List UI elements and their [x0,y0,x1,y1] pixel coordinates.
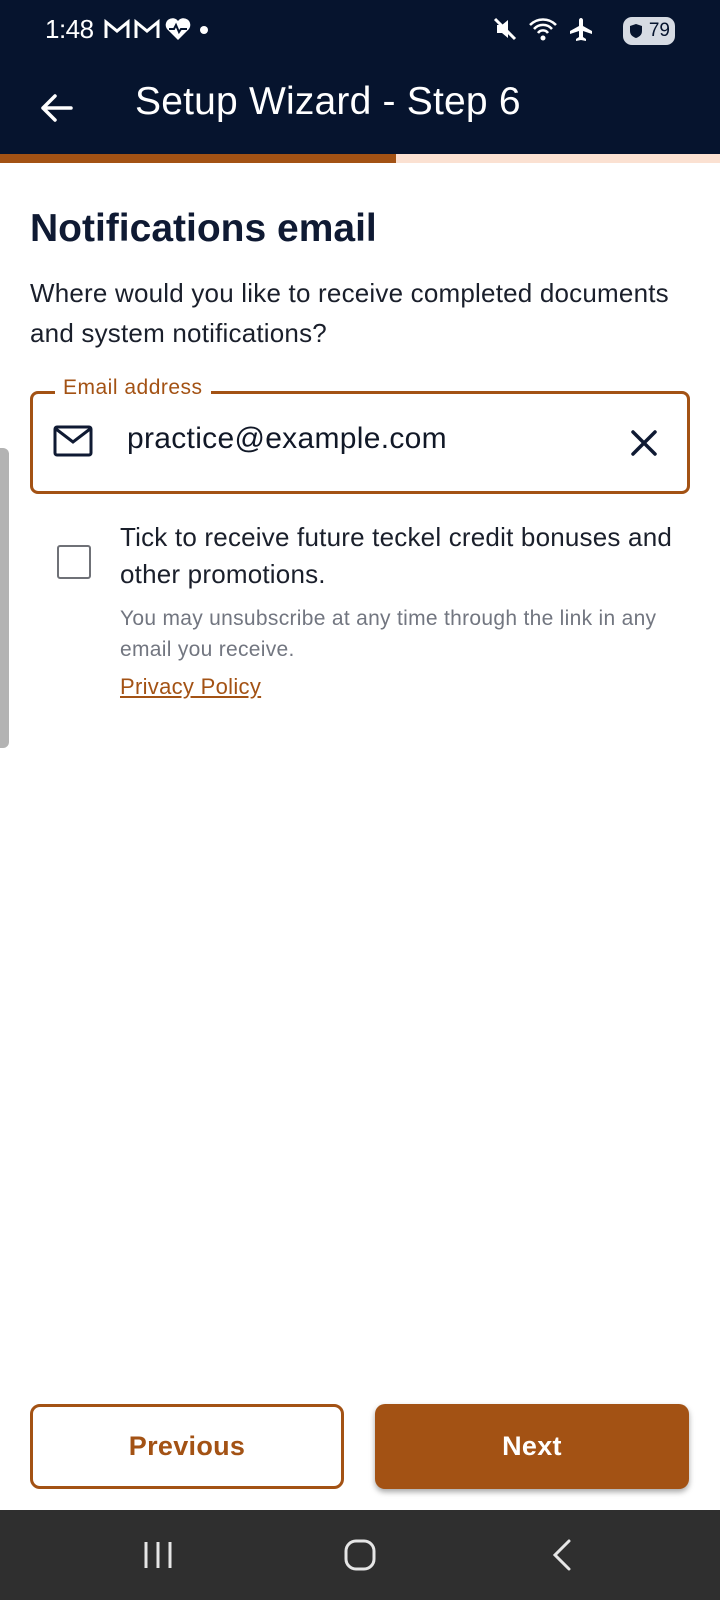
battery-indicator: 79 [623,17,675,45]
recent-apps-icon [144,1542,172,1568]
status-time: 1:48 [45,14,94,44]
recent-apps-button[interactable] [128,1535,188,1575]
close-icon [631,430,657,456]
system-back-button[interactable] [532,1535,592,1575]
back-button[interactable] [30,82,82,134]
arrow-left-icon [41,94,73,122]
mail-icon [53,425,93,457]
page-description: Where would you like to receive complete… [30,278,669,348]
health-icon [165,18,191,40]
home-button[interactable] [330,1535,390,1575]
previous-button[interactable]: Previous [30,1404,344,1489]
dot-icon [200,26,208,34]
home-icon [344,1539,376,1571]
promotions-checkbox[interactable] [57,545,91,579]
unsubscribe-note: You may unsubscribe at any time through … [120,607,657,661]
promotions-label[interactable]: Tick to receive future teckel credit bon… [120,519,680,593]
page-header-title: Setup Wizard - Step 6 [135,80,521,123]
shield-icon [630,24,642,38]
system-nav-bar [0,1510,720,1600]
clear-email-button[interactable] [623,422,665,464]
back-icon [552,1539,571,1571]
gmail-icon [104,18,130,38]
page-title: Notifications email [30,207,377,250]
status-bar: 1:48 79 [0,0,720,62]
email-input[interactable]: practice@example.com [127,422,447,456]
next-button[interactable]: Next [375,1404,689,1489]
battery-level: 79 [648,20,670,41]
wifi-icon [529,18,557,41]
wizard-progress-fill [0,154,396,163]
privacy-policy-link[interactable]: Privacy Policy [120,674,261,700]
email-field[interactable]: Email address practice@example.com [30,376,690,494]
edge-panel-handle[interactable] [0,448,9,748]
airplane-icon [570,18,592,41]
gmail-icon [134,18,160,38]
status-notification-icons [104,16,212,42]
app-bar: Setup Wizard - Step 6 [0,62,720,154]
mute-icon [493,17,517,41]
wizard-progress-bar [0,154,720,163]
email-field-label: Email address [55,376,211,400]
